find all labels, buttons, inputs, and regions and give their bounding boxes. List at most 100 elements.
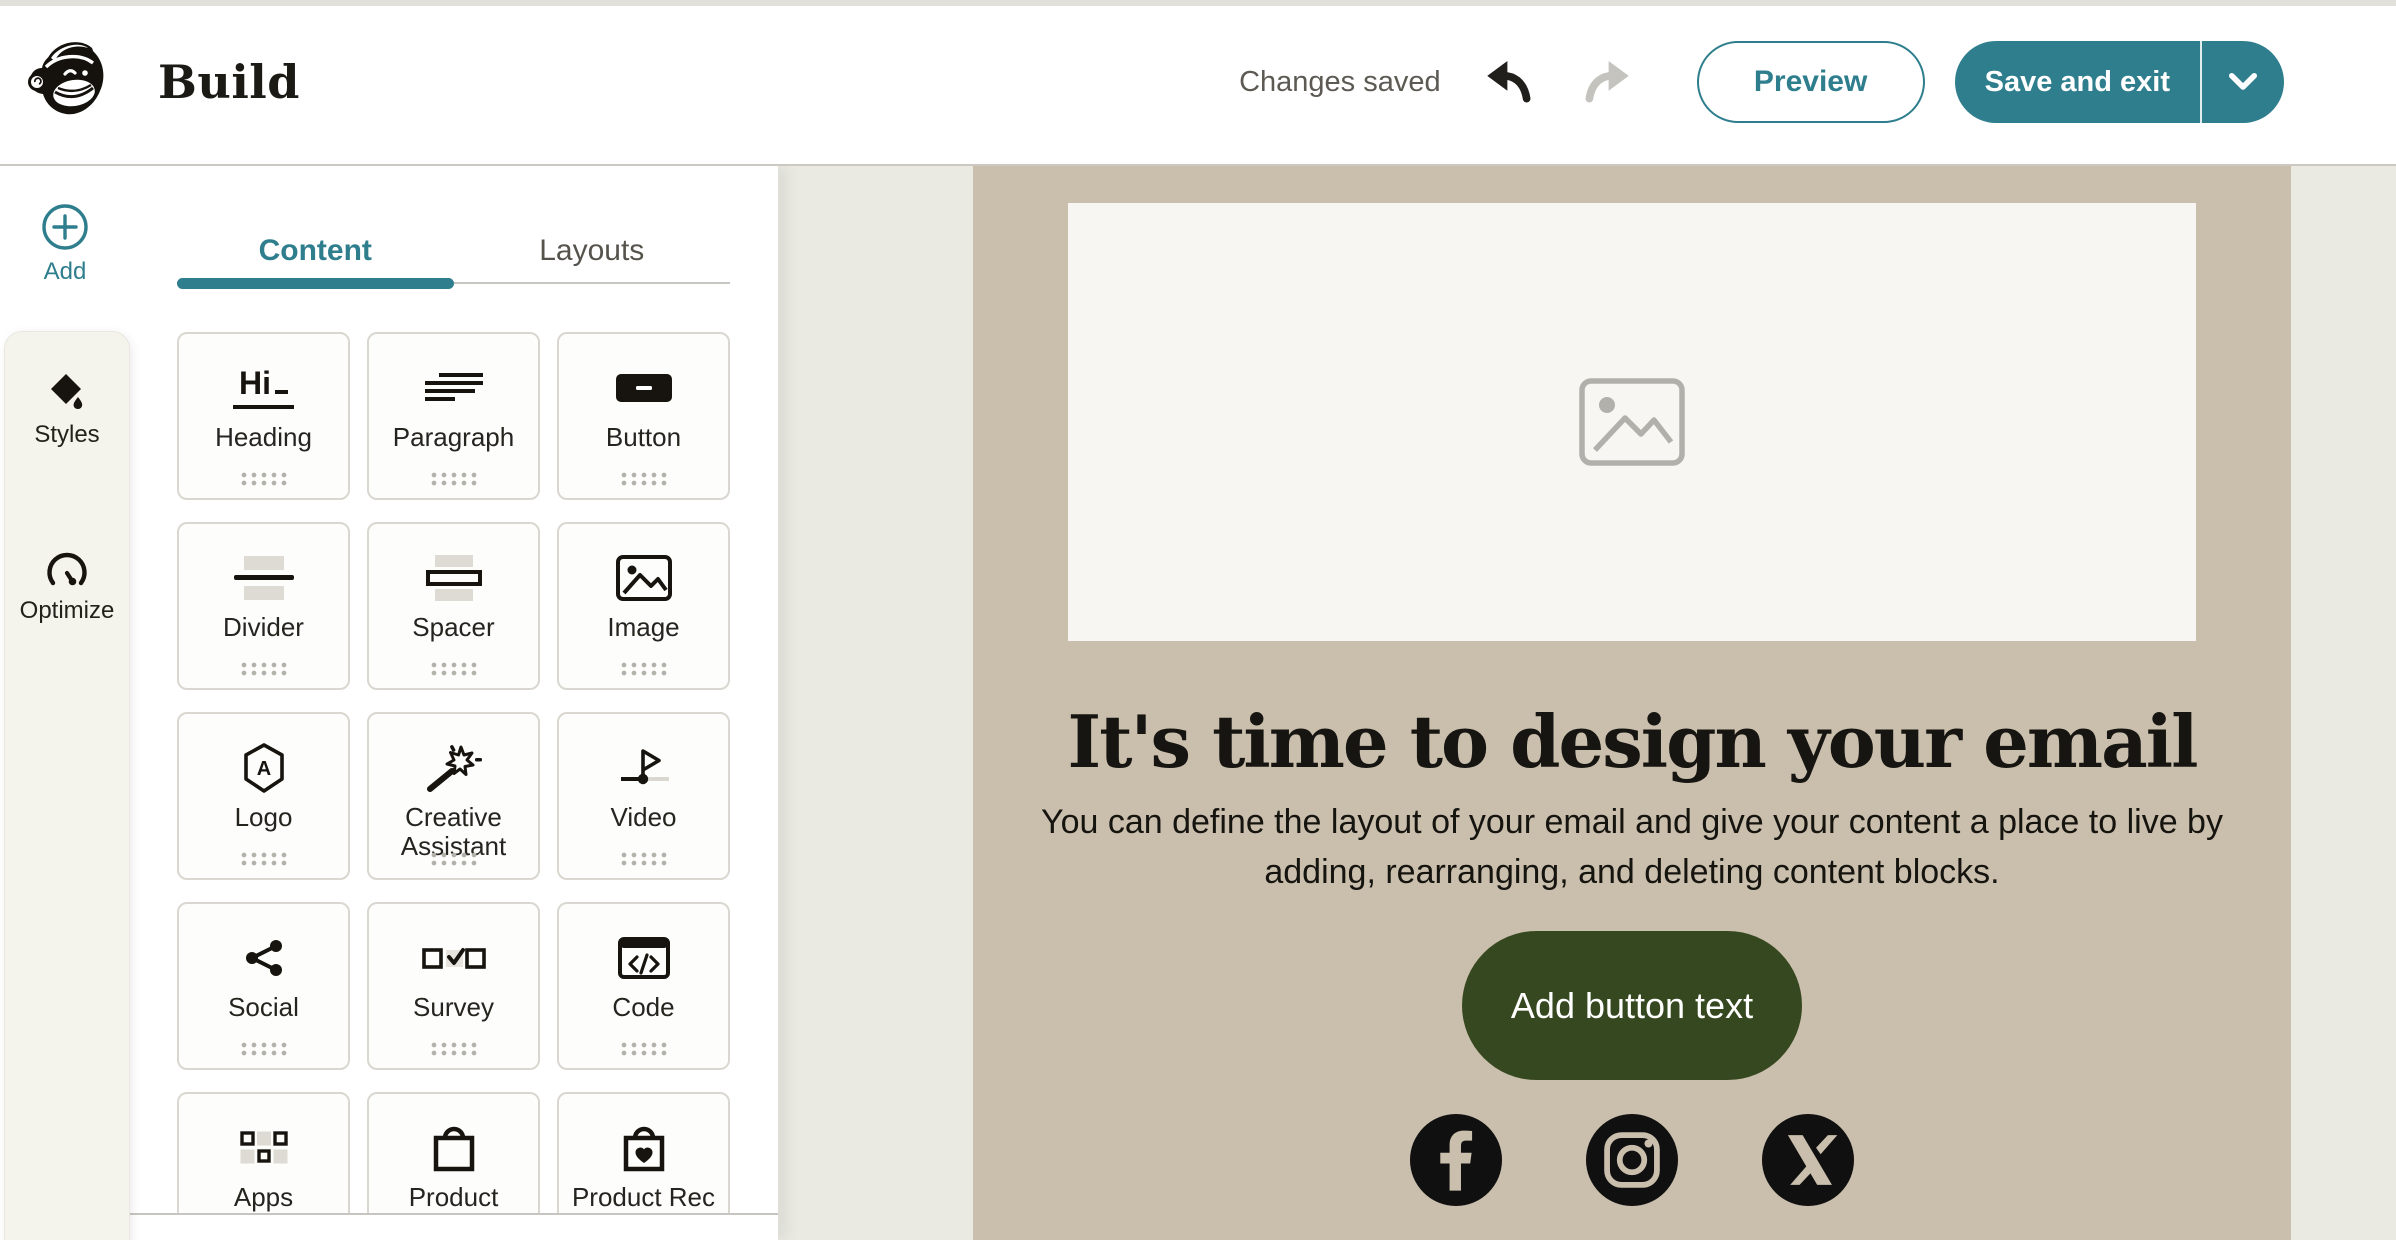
block-card-video[interactable]: Video bbox=[557, 712, 730, 880]
survey-checkbox-icon bbox=[422, 928, 486, 988]
rail-tools-card: Styles Optimize bbox=[4, 331, 130, 1240]
window-top-strip bbox=[0, 0, 2396, 6]
email-paragraph-block[interactable]: You can define the layout of your email … bbox=[1041, 797, 2223, 897]
paint-bucket-icon bbox=[46, 371, 88, 413]
code-window-icon bbox=[618, 928, 670, 988]
header-bar: Build Changes saved Pr bbox=[0, 0, 2396, 166]
block-card-social[interactable]: Social bbox=[177, 902, 350, 1070]
image-icon bbox=[616, 548, 672, 608]
rail-item-add[interactable]: Add bbox=[0, 202, 130, 287]
block-label: Logo bbox=[184, 803, 344, 832]
paragraph-icon bbox=[425, 358, 483, 418]
block-card-logo[interactable]: A Logo bbox=[177, 712, 350, 880]
rail-item-optimize[interactable]: Optimize bbox=[14, 546, 121, 626]
shopping-bag-icon bbox=[432, 1118, 476, 1178]
image-placeholder-icon bbox=[1579, 378, 1685, 466]
block-label: Product Rec bbox=[564, 1183, 724, 1212]
block-label: Product bbox=[374, 1183, 534, 1212]
drag-handle-dots bbox=[429, 661, 479, 676]
spacer-icon bbox=[424, 548, 484, 608]
magic-wand-icon bbox=[425, 738, 483, 798]
tab-layouts[interactable]: Layouts bbox=[454, 210, 731, 282]
content-panel: Content Layouts Hi Heading bbox=[130, 166, 778, 1240]
svg-text:A: A bbox=[256, 758, 270, 780]
share-nodes-icon bbox=[243, 928, 285, 988]
x-icon[interactable] bbox=[1762, 1114, 1854, 1206]
email-social-block bbox=[1410, 1114, 1854, 1206]
drag-handle-dots bbox=[619, 471, 669, 486]
drag-handle-dots bbox=[619, 661, 669, 676]
drag-handle-dots bbox=[429, 471, 479, 486]
apps-grid-icon bbox=[240, 1118, 288, 1178]
block-label: Social bbox=[184, 993, 344, 1022]
email-button-block[interactable]: Add button text bbox=[1462, 931, 1802, 1080]
drag-handle-dots bbox=[619, 851, 669, 866]
left-rail: Add Styles bbox=[0, 166, 130, 1240]
email-heading-block[interactable]: It's time to design your email bbox=[1068, 703, 2197, 781]
chevron-down-icon bbox=[2228, 72, 2258, 92]
rail-styles-label: Styles bbox=[34, 421, 99, 449]
block-card-creative-assistant[interactable]: Creative Assistant bbox=[367, 712, 540, 880]
instagram-icon[interactable] bbox=[1586, 1114, 1678, 1206]
image-block-placeholder[interactable] bbox=[1068, 203, 2196, 641]
email-builder-app: Build Changes saved Pr bbox=[0, 0, 2396, 1240]
save-and-exit-button[interactable]: Save and exit bbox=[1955, 41, 2284, 123]
redo-arrow-icon bbox=[1583, 61, 1629, 103]
undo-arrow-icon bbox=[1487, 61, 1533, 103]
save-and-exit-label: Save and exit bbox=[1955, 41, 2200, 123]
block-card-spacer[interactable]: Spacer bbox=[367, 522, 540, 690]
drag-handle-dots bbox=[619, 1041, 669, 1056]
video-player-icon bbox=[615, 738, 673, 798]
undo-button[interactable] bbox=[1487, 61, 1533, 103]
heading-icon: Hi bbox=[233, 358, 294, 418]
drag-handle-dots bbox=[429, 851, 479, 866]
block-card-image[interactable]: Image bbox=[557, 522, 730, 690]
drag-handle-dots bbox=[239, 471, 289, 486]
block-label: Spacer bbox=[374, 613, 534, 642]
block-card-paragraph[interactable]: Paragraph bbox=[367, 332, 540, 500]
block-label: Divider bbox=[184, 613, 344, 642]
panel-tabs: Content Layouts bbox=[177, 210, 730, 284]
button-icon bbox=[616, 358, 672, 418]
page-title: Build bbox=[158, 55, 300, 109]
block-label: Heading bbox=[184, 423, 344, 452]
rail-add-label: Add bbox=[44, 258, 87, 286]
block-label: Paragraph bbox=[374, 423, 534, 452]
facebook-icon[interactable] bbox=[1410, 1114, 1502, 1206]
shopping-bag-heart-icon bbox=[622, 1118, 666, 1178]
block-label: Image bbox=[564, 613, 724, 642]
content-blocks-grid: Hi Heading Paragraph bbox=[177, 332, 778, 1240]
block-label: Button bbox=[564, 423, 724, 452]
rail-item-styles[interactable]: Styles bbox=[28, 370, 105, 450]
block-card-survey[interactable]: Survey bbox=[367, 902, 540, 1070]
email-document: It's time to design your email You can d… bbox=[973, 166, 2291, 1240]
block-label: Apps bbox=[184, 1183, 344, 1212]
mailchimp-freddie-logo[interactable] bbox=[22, 36, 114, 128]
redo-button[interactable] bbox=[1583, 61, 1629, 103]
editor-canvas: It's time to design your email You can d… bbox=[778, 166, 2396, 1240]
email-body-line: You can define the layout of your email … bbox=[1041, 797, 2223, 847]
rail-optimize-label: Optimize bbox=[20, 597, 115, 625]
preview-button[interactable]: Preview bbox=[1697, 41, 1925, 123]
drag-handle-dots bbox=[239, 661, 289, 676]
header-actions: Changes saved Preview bbox=[1239, 41, 2396, 123]
block-card-code[interactable]: Code bbox=[557, 902, 730, 1070]
email-body-line: adding, rearranging, and deleting conten… bbox=[1041, 847, 2223, 897]
save-options-caret[interactable] bbox=[2202, 41, 2284, 123]
drag-handle-dots bbox=[429, 1041, 479, 1056]
save-status-text: Changes saved bbox=[1239, 66, 1441, 99]
tab-content[interactable]: Content bbox=[177, 210, 454, 282]
gauge-icon bbox=[43, 547, 91, 589]
drag-handle-dots bbox=[239, 851, 289, 866]
panel-footer bbox=[130, 1213, 778, 1240]
drag-handle-dots bbox=[239, 1041, 289, 1056]
block-label: Code bbox=[564, 993, 724, 1022]
divider-icon bbox=[234, 548, 294, 608]
logo-hexagon-icon: A bbox=[241, 738, 287, 798]
block-card-divider[interactable]: Divider bbox=[177, 522, 350, 690]
block-card-button[interactable]: Button bbox=[557, 332, 730, 500]
plus-circle-icon bbox=[41, 203, 89, 251]
block-card-heading[interactable]: Hi Heading bbox=[177, 332, 350, 500]
block-label: Survey bbox=[374, 993, 534, 1022]
block-label: Video bbox=[564, 803, 724, 832]
